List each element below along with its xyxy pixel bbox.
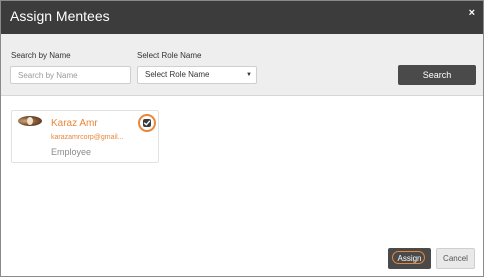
search-by-name-input[interactable] [10, 66, 131, 84]
filter-panel: Search by Name Select Role Name Select R… [1, 34, 483, 96]
role-select-value: Select Role Name [145, 70, 210, 79]
search-by-name-label: Search by Name [11, 51, 71, 60]
role-select[interactable]: Select Role Name ▼ [137, 66, 257, 84]
chevron-down-icon: ▼ [246, 72, 252, 78]
modal-title: Assign Mentees [10, 8, 110, 24]
mentee-card[interactable]: Karaz Amr karazamrcorp@gmail... Employee [11, 110, 159, 163]
avatar [18, 116, 42, 126]
search-button[interactable]: Search [398, 65, 476, 85]
mentee-select-checkbox[interactable] [138, 114, 156, 132]
cancel-button[interactable]: Cancel [436, 248, 475, 269]
mentee-name: Karaz Amr [51, 118, 98, 129]
close-icon[interactable]: × [469, 7, 475, 19]
modal-header: Assign Mentees × [1, 1, 483, 34]
assign-button-label: Assign [397, 254, 422, 263]
assign-mentees-modal: Assign Mentees × Search by Name Select R… [0, 0, 484, 277]
checkmark-icon [143, 119, 151, 127]
select-role-label: Select Role Name [137, 51, 202, 60]
mentee-email: karazamrcorp@gmail... [51, 134, 124, 141]
assign-button[interactable]: Assign [388, 248, 431, 269]
mentee-role: Employee [51, 147, 92, 157]
